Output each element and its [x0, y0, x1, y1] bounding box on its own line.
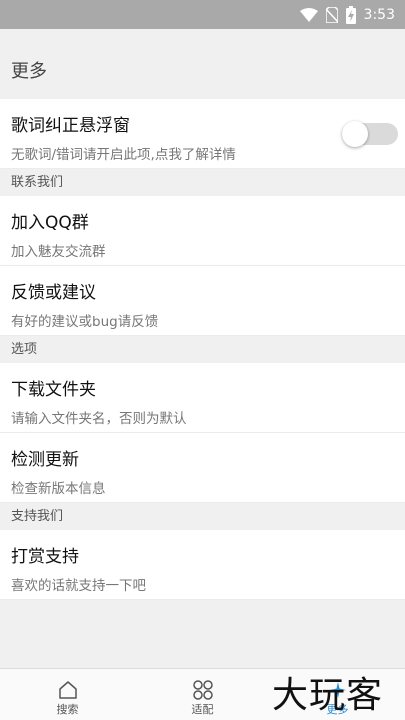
floating-lyrics-item[interactable]: 歌词纠正悬浮窗 无歌词/错词请开启此项,点我了解详情	[0, 99, 405, 169]
tab-adapt[interactable]: 适配	[135, 669, 270, 720]
join-qq-title: 加入QQ群	[11, 213, 89, 233]
settings-list: 歌词纠正悬浮窗 无歌词/错词请开启此项,点我了解详情 联系我们 加入QQ群 加入…	[0, 99, 405, 600]
check-update-subtitle: 检查新版本信息	[11, 481, 106, 497]
home-icon	[58, 681, 77, 699]
toggle-knob	[342, 121, 368, 147]
battery-charging-icon	[345, 6, 356, 24]
floating-lyrics-toggle[interactable]	[342, 121, 398, 147]
feedback-item[interactable]: 反馈或建议 有好的建议或bug请反馈	[0, 266, 405, 336]
check-update-title: 检测更新	[11, 450, 79, 470]
status-icons: 3:53	[299, 5, 395, 25]
tab-search-label: 搜索	[56, 703, 79, 716]
grid-icon	[192, 680, 213, 700]
status-time: 3:53	[363, 7, 395, 23]
download-folder-subtitle: 请输入文件夹名，否则为默认	[11, 411, 187, 427]
title-bar: 更多	[0, 29, 405, 99]
download-folder-title: 下载文件夹	[11, 380, 96, 400]
download-folder-item[interactable]: 下载文件夹 请输入文件夹名，否则为默认	[0, 363, 405, 433]
join-qq-item[interactable]: 加入QQ群 加入魅友交流群	[0, 196, 405, 266]
watermark-logo: 大玩客	[272, 675, 384, 716]
tab-search[interactable]: 搜索	[0, 669, 135, 720]
section-header-options: 选项	[0, 336, 405, 363]
check-update-item[interactable]: 检测更新 检查新版本信息	[0, 433, 405, 503]
page-title: 更多	[11, 61, 47, 82]
wifi-icon	[299, 8, 318, 22]
donate-title: 打赏支持	[11, 547, 79, 567]
feedback-title: 反馈或建议	[11, 283, 96, 303]
donate-subtitle: 喜欢的话就支持一下吧	[11, 578, 146, 594]
join-qq-subtitle: 加入魅友交流群	[11, 244, 106, 260]
tab-adapt-label: 适配	[191, 703, 214, 716]
status-bar: 3:53	[0, 0, 405, 29]
donate-item[interactable]: 打赏支持 喜欢的话就支持一下吧	[0, 530, 405, 600]
feedback-subtitle: 有好的建议或bug请反馈	[11, 314, 159, 330]
section-header-contact: 联系我们	[0, 169, 405, 196]
section-header-support: 支持我们	[0, 503, 405, 530]
floating-lyrics-title: 歌词纠正悬浮窗	[11, 116, 130, 136]
no-sim-icon	[325, 7, 338, 23]
floating-lyrics-subtitle: 无歌词/错词请开启此项,点我了解详情	[11, 147, 236, 163]
